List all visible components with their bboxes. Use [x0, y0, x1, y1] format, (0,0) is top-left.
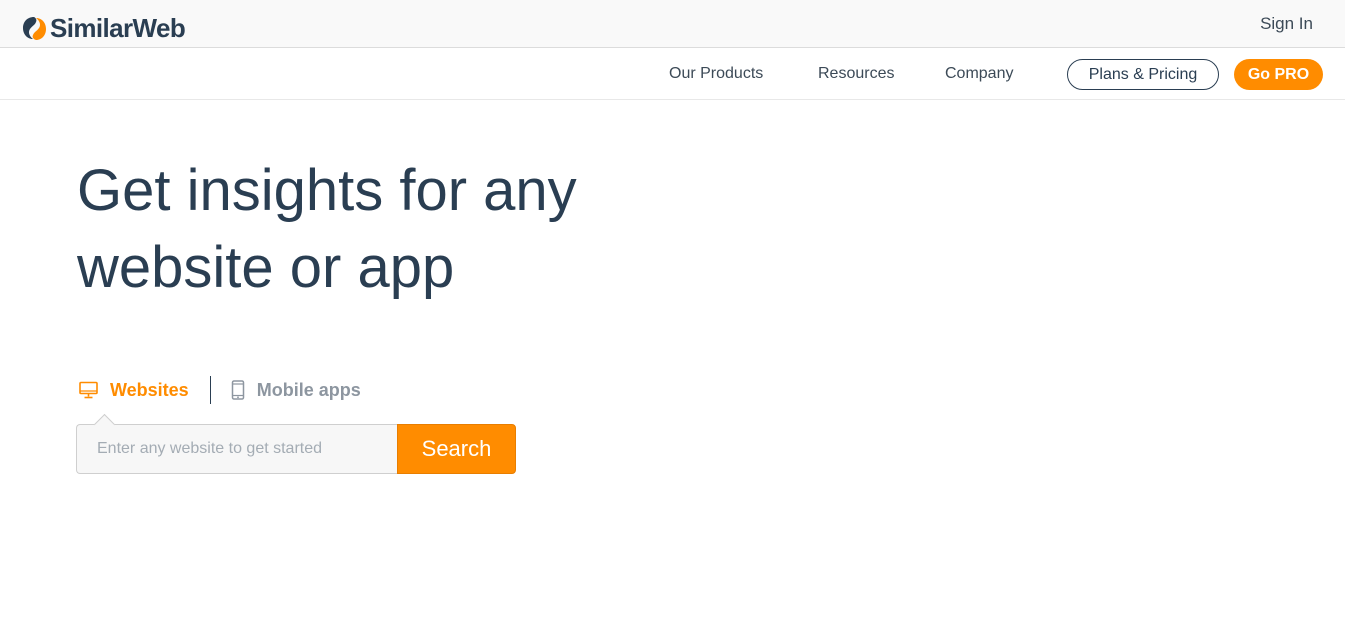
hero-headline: Get insights for any website or app	[77, 152, 577, 306]
similarweb-logo-icon	[23, 16, 46, 40]
tab-divider	[209, 376, 211, 404]
go-pro-button[interactable]: Go PRO	[1234, 59, 1323, 90]
hero-headline-line2: website or app	[77, 235, 455, 300]
mobile-phone-icon	[231, 380, 245, 400]
nav-resources[interactable]: Resources	[818, 65, 894, 83]
brand-name: SimilarWeb	[50, 13, 186, 43]
search-type-tabs: Websites Mobile apps	[79, 375, 361, 405]
top-bar: SimilarWeb Sign In	[0, 0, 1345, 48]
tab-mobile-apps[interactable]: Mobile apps	[231, 380, 361, 401]
hero-headline-line1: Get insights for any	[77, 158, 577, 223]
plans-pricing-button[interactable]: Plans & Pricing	[1067, 59, 1219, 90]
main-nav: Our Products Resources Company Plans & P…	[0, 49, 1345, 100]
search-input[interactable]	[76, 424, 397, 474]
tab-mobile-apps-label: Mobile apps	[256, 379, 361, 400]
nav-company[interactable]: Company	[945, 65, 1013, 83]
similarweb-logo[interactable]: SimilarWeb	[21, 12, 186, 44]
tab-websites-label: Websites	[110, 379, 189, 400]
nav-our-products[interactable]: Our Products	[669, 65, 763, 83]
search-form: Search	[76, 424, 516, 474]
tab-websites[interactable]: Websites	[79, 380, 189, 401]
search-button[interactable]: Search	[397, 424, 516, 474]
sign-in-link[interactable]: Sign In	[1260, 14, 1313, 34]
desktop-icon	[79, 381, 98, 399]
